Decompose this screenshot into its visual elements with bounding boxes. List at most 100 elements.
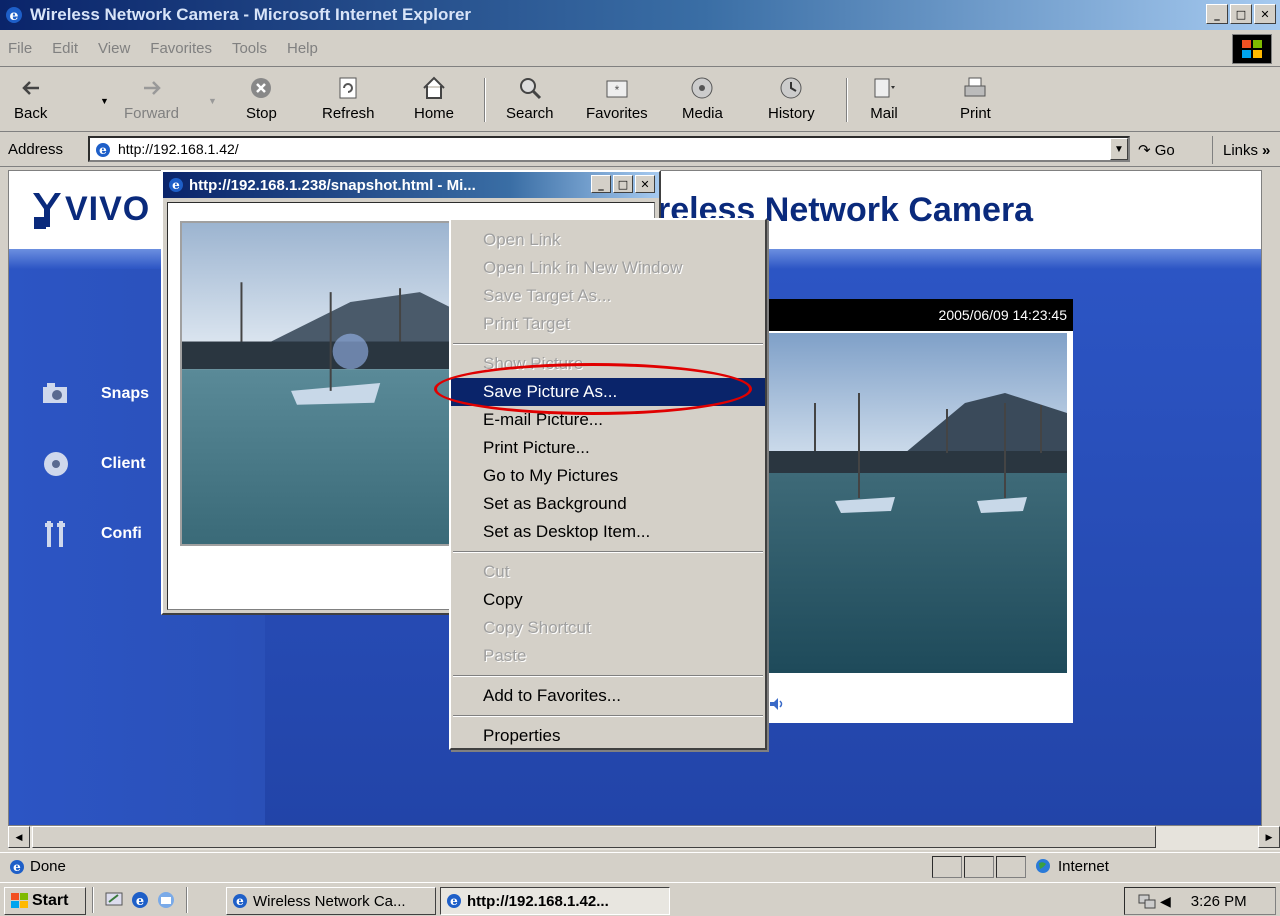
menu-tools[interactable]: Tools [232, 40, 267, 57]
minimize-button[interactable]: _ [1206, 4, 1228, 24]
refresh-icon [339, 77, 357, 99]
menu-email-picture[interactable]: E-mail Picture... [451, 406, 765, 434]
menu-open-link[interactable]: Open Link [451, 226, 765, 254]
search-label: Search [506, 105, 554, 122]
page-ie-icon: e [96, 143, 110, 157]
status-text: Done [30, 858, 66, 875]
menu-separator [453, 343, 763, 345]
favorites-button[interactable]: * Favorites [586, 74, 648, 130]
forward-button[interactable]: Forward [124, 74, 179, 130]
scroll-left-button[interactable]: ◀ [8, 826, 30, 848]
horizontal-scrollbar[interactable]: ◀ ▶ [8, 826, 1280, 850]
harbor-live-image [765, 333, 1067, 673]
menu-favorites[interactable]: Favorites [150, 40, 212, 57]
popup-close-button[interactable]: ✕ [635, 175, 655, 193]
quicklaunch-desktop-icon[interactable] [104, 890, 124, 910]
menu-go-to-my-pictures[interactable]: Go to My Pictures [451, 462, 765, 490]
volume-icon[interactable]: ◀ [1160, 893, 1171, 910]
stop-icon [251, 78, 272, 98]
back-label: Back [14, 105, 48, 122]
context-menu: Open Link Open Link in New Window Save T… [449, 218, 767, 750]
security-zone: Internet [1034, 857, 1109, 875]
close-button[interactable]: ✕ [1254, 4, 1276, 24]
nav-client-settings[interactable]: Client [39, 447, 145, 481]
toolbar-separator [484, 78, 486, 122]
history-button[interactable]: History [768, 74, 815, 130]
menu-save-target-as[interactable]: Save Target As... [451, 282, 765, 310]
menu-save-picture-as[interactable]: Save Picture As... [451, 378, 765, 406]
task-snapshot-popup[interactable]: e http://192.168.1.42... [440, 887, 670, 915]
status-panel [932, 856, 962, 878]
links-button[interactable]: Links » [1212, 136, 1270, 164]
network-tray-icon[interactable] [1137, 892, 1157, 910]
menu-cut[interactable]: Cut [451, 558, 765, 586]
quicklaunch-ie-icon[interactable]: e [130, 890, 150, 910]
refresh-button[interactable]: Refresh [322, 74, 375, 130]
menu-file[interactable]: File [8, 40, 32, 57]
menu-paste[interactable]: Paste [451, 642, 765, 670]
scroll-thumb[interactable] [32, 826, 1156, 848]
menu-edit[interactable]: Edit [52, 40, 78, 57]
svg-text:e: e [10, 8, 19, 24]
task-ie-icon: e [447, 894, 461, 908]
task-wireless-network-camera[interactable]: e Wireless Network Ca... [226, 887, 436, 915]
speaker-icon[interactable] [767, 695, 785, 713]
mail-button[interactable]: Mail [870, 74, 898, 130]
scroll-right-button[interactable]: ▶ [1258, 826, 1280, 848]
menu-add-to-favorites[interactable]: Add to Favorites... [451, 682, 765, 710]
svg-text:e: e [172, 178, 180, 192]
menu-separator [453, 715, 763, 717]
stop-button[interactable]: Stop [246, 74, 277, 130]
windows-logo-throbber [1232, 34, 1272, 64]
start-button[interactable]: Start [4, 887, 86, 915]
menu-view[interactable]: View [98, 40, 130, 57]
maximize-button[interactable]: □ [1230, 4, 1252, 24]
menu-open-link-new-window[interactable]: Open Link in New Window [451, 254, 765, 282]
live-video-view[interactable]: 2005/06/09 14:23:45 [757, 299, 1073, 723]
quicklaunch-outlook-icon[interactable] [156, 890, 176, 910]
popup-minimize-button[interactable]: _ [591, 175, 611, 193]
menu-set-as-desktop-item[interactable]: Set as Desktop Item... [451, 518, 765, 546]
menu-set-as-background[interactable]: Set as Background [451, 490, 765, 518]
home-button[interactable]: Home [414, 74, 454, 130]
ie-icon: e [6, 7, 22, 24]
go-button[interactable]: ↷ Go [1138, 141, 1175, 159]
menu-print-target[interactable]: Print Target [451, 310, 765, 338]
toolbar-separator [846, 78, 848, 122]
back-button[interactable]: Back [14, 74, 47, 130]
print-button[interactable]: Print [960, 74, 991, 130]
links-label: Links [1223, 141, 1259, 159]
vivotek-logo: VIVO [29, 187, 150, 231]
task-ie-icon: e [233, 894, 247, 908]
svg-text:e: e [136, 894, 144, 909]
clock: 3:26 PM [1190, 892, 1247, 910]
popup-titlebar[interactable]: e http://192.168.1.238/snapshot.html - M… [163, 172, 659, 198]
menu-copy[interactable]: Copy [451, 586, 765, 614]
address-dropdown-button[interactable]: ▼ [1110, 138, 1128, 160]
menu-properties[interactable]: Properties [451, 722, 765, 750]
media-button[interactable]: Media [682, 74, 723, 130]
menu-help[interactable]: Help [287, 40, 318, 57]
menu-show-picture[interactable]: Show Picture [451, 350, 765, 378]
forward-label: Forward [124, 105, 180, 122]
search-icon [519, 78, 541, 100]
home-icon [423, 76, 445, 99]
live-timestamp: 2005/06/09 14:23:45 [757, 299, 1073, 331]
search-button[interactable]: Search [506, 74, 554, 130]
page-done-icon: e [10, 860, 24, 874]
address-url: http://192.168.1.42/ [118, 141, 239, 157]
forward-dropdown-icon[interactable]: ▼ [208, 96, 217, 106]
task2-label: http://192.168.1.42... [467, 892, 609, 910]
status-bar: e Done Internet [0, 852, 1280, 880]
address-input[interactable]: e http://192.168.1.42/ [88, 136, 1130, 162]
menu-print-picture[interactable]: Print Picture... [451, 434, 765, 462]
go-label: Go [1154, 142, 1175, 159]
popup-maximize-button[interactable]: □ [613, 175, 633, 193]
back-dropdown-icon[interactable]: ▼ [100, 96, 109, 106]
window-titlebar[interactable]: e Wireless Network Camera - Microsoft In… [0, 0, 1280, 30]
nav-configuration[interactable]: Confi [39, 517, 142, 551]
chevron-right-icon: » [1262, 141, 1271, 159]
menu-copy-shortcut[interactable]: Copy Shortcut [451, 614, 765, 642]
stop-label: Stop [246, 105, 277, 122]
nav-snapshot[interactable]: Snaps [39, 377, 149, 411]
